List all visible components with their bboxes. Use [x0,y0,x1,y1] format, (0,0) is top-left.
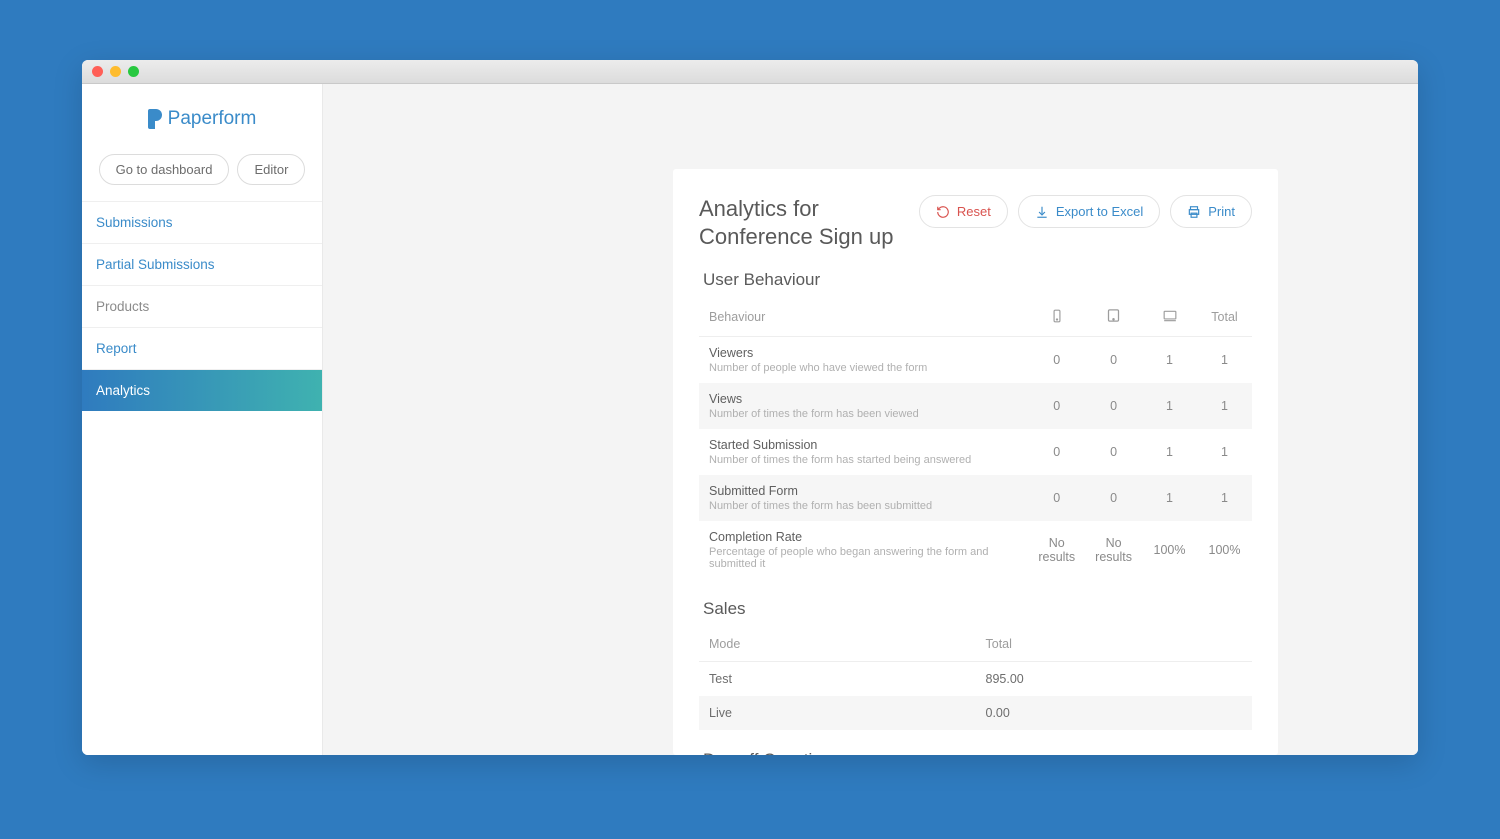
table-row: Submitted Form Number of times the form h… [699,475,1252,521]
sidebar-buttons: Go to dashboard Editor [82,154,322,201]
window-titlebar [82,60,1418,84]
print-icon [1187,205,1201,219]
brand-name: Paperform [168,108,257,130]
col-total: Total [976,627,1253,662]
cell-total: 1 [1197,475,1252,521]
behaviour-tbody: Viewers Number of people who have viewed … [699,337,1252,580]
metric-name: Submitted Form [709,484,1018,498]
sales-table: Mode Total Test 895.00 Live 0.00 [699,627,1252,730]
cell-total: 0.00 [976,696,1253,730]
app-window: Paperform Go to dashboard Editor Submiss… [82,60,1418,755]
metric-name: Viewers [709,346,1018,360]
cell-tablet: No results [1085,521,1142,579]
main-content: Analytics for Conference Sign up Reset [323,84,1418,755]
download-icon [1035,205,1049,219]
cell-tablet: 0 [1085,475,1142,521]
table-row: Viewers Number of people who have viewed … [699,337,1252,384]
col-mobile [1028,298,1085,337]
cell-total: 1 [1197,337,1252,384]
table-row: Completion Rate Percentage of people who … [699,521,1252,579]
cell-total: 1 [1197,383,1252,429]
page-actions: Reset Export to Excel Prin [919,195,1252,228]
page-title-line1: Analytics for [699,196,819,221]
cell-total: 100% [1197,521,1252,579]
editor-button[interactable]: Editor [237,154,305,185]
cell-mode: Test [699,662,976,697]
cell-total: 895.00 [976,662,1253,697]
page-title-line2: Conference Sign up [699,224,893,249]
sidebar-item-label: Analytics [96,383,150,398]
reset-button[interactable]: Reset [919,195,1008,228]
cell-desktop: 1 [1142,429,1197,475]
tablet-icon [1106,308,1121,326]
export-label: Export to Excel [1056,204,1143,219]
table-header-row: Mode Total [699,627,1252,662]
app-body: Paperform Go to dashboard Editor Submiss… [82,84,1418,755]
behaviour-table: Behaviour [699,298,1252,579]
col-tablet [1085,298,1142,337]
table-row: Live 0.00 [699,696,1252,730]
metric-desc: Number of people who have viewed the for… [709,362,1018,374]
metric-name: Started Submission [709,438,1018,452]
brand-logo-icon [148,109,162,129]
export-excel-button[interactable]: Export to Excel [1018,195,1160,228]
metric-desc: Number of times the form has started bei… [709,454,1018,466]
cell-desktop: 1 [1142,383,1197,429]
card-header: Analytics for Conference Sign up Reset [699,195,1252,250]
sidebar-item-partial-submissions[interactable]: Partial Submissions [82,244,322,286]
sidebar: Paperform Go to dashboard Editor Submiss… [82,84,323,755]
table-row: Started Submission Number of times the fo… [699,429,1252,475]
sidebar-item-label: Products [96,299,149,314]
analytics-card: Analytics for Conference Sign up Reset [673,169,1278,755]
cell-desktop: 100% [1142,521,1197,579]
table-row: Views Number of times the form has been v… [699,383,1252,429]
metric-desc: Number of times the form has been viewed [709,408,1018,420]
cell-mobile: 0 [1028,337,1085,384]
desktop-icon [1162,309,1178,326]
page-title: Analytics for Conference Sign up [699,195,893,250]
col-behaviour: Behaviour [699,298,1028,337]
minimize-icon[interactable] [110,66,121,77]
close-icon[interactable] [92,66,103,77]
cell-total: 1 [1197,429,1252,475]
brand: Paperform [82,84,322,154]
go-to-dashboard-button[interactable]: Go to dashboard [99,154,230,185]
mobile-icon [1050,309,1064,326]
cell-desktop: 1 [1142,475,1197,521]
metric-name: Completion Rate [709,530,1018,544]
sidebar-item-label: Report [96,341,137,356]
table-row: Test 895.00 [699,662,1252,697]
metric-desc: Percentage of people who began answering… [709,546,1018,570]
sidebar-item-label: Submissions [96,215,173,230]
cell-tablet: 0 [1085,337,1142,384]
sidebar-item-products[interactable]: Products [82,286,322,328]
cell-mobile: 0 [1028,429,1085,475]
metric-name: Views [709,392,1018,406]
sidebar-item-label: Partial Submissions [96,257,215,272]
cell-tablet: 0 [1085,383,1142,429]
dropoff-heading: Dropoff Questions [703,750,1252,755]
cell-desktop: 1 [1142,337,1197,384]
print-label: Print [1208,204,1235,219]
col-mode: Mode [699,627,976,662]
col-total: Total [1197,298,1252,337]
maximize-icon[interactable] [128,66,139,77]
table-header-row: Behaviour [699,298,1252,337]
reset-label: Reset [957,204,991,219]
sidebar-nav: Submissions Partial Submissions Products… [82,201,322,411]
cell-mobile: No results [1028,521,1085,579]
col-desktop [1142,298,1197,337]
cell-tablet: 0 [1085,429,1142,475]
print-button[interactable]: Print [1170,195,1252,228]
cell-mobile: 0 [1028,383,1085,429]
sidebar-item-submissions[interactable]: Submissions [82,202,322,244]
refresh-icon [936,205,950,219]
cell-mobile: 0 [1028,475,1085,521]
sales-heading: Sales [703,599,1252,619]
sidebar-item-analytics[interactable]: Analytics [82,370,322,411]
cell-mode: Live [699,696,976,730]
metric-desc: Number of times the form has been submit… [709,500,1018,512]
user-behaviour-heading: User Behaviour [703,270,1252,290]
sidebar-item-report[interactable]: Report [82,328,322,370]
